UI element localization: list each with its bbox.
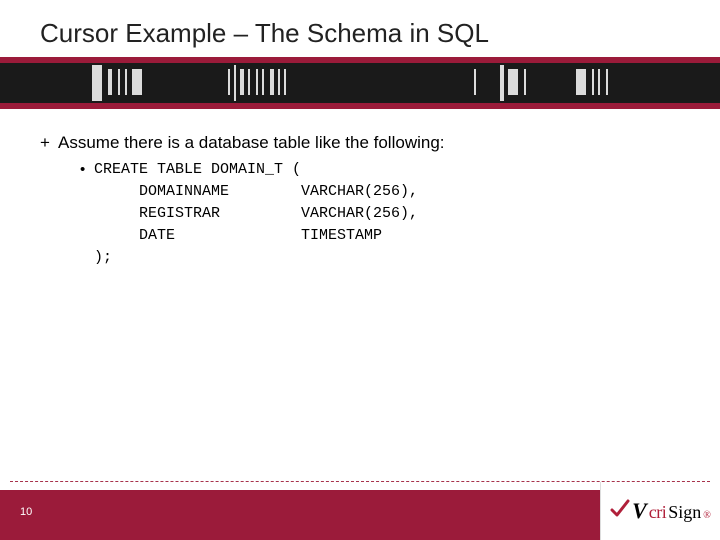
band-bottom-stripe: [0, 103, 720, 109]
check-icon: [610, 498, 630, 518]
logo-registered: ®: [703, 510, 711, 521]
band-top-stripe: [0, 57, 720, 63]
logo-mid: cri: [649, 502, 666, 523]
logo-box: V cri Sign ®: [600, 482, 720, 540]
decorative-band: [0, 57, 720, 105]
slide: Cursor Example – The Schema in SQL: [0, 0, 720, 540]
title-area: Cursor Example – The Schema in SQL: [0, 0, 720, 57]
bullet-level1: +Assume there is a database table like t…: [40, 133, 680, 153]
sql-code: CREATE TABLE DOMAIN_T ( DOMAINNAME VARCH…: [94, 159, 418, 269]
page-number: 10: [20, 506, 32, 518]
logo-tail: Sign: [668, 502, 701, 523]
bullet-text: Assume there is a database table like th…: [58, 133, 445, 152]
bullet-level2: •CREATE TABLE DOMAIN_T ( DOMAINNAME VARC…: [40, 159, 680, 269]
dot-bullet-icon: •: [80, 159, 94, 181]
logo-letter-v: V: [632, 498, 647, 524]
slide-body: +Assume there is a database table like t…: [0, 105, 720, 269]
band-dark: [0, 57, 720, 105]
slide-title: Cursor Example – The Schema in SQL: [40, 18, 720, 49]
plus-bullet-icon: +: [40, 133, 58, 153]
verisign-logo: V cri Sign ®: [610, 498, 711, 524]
